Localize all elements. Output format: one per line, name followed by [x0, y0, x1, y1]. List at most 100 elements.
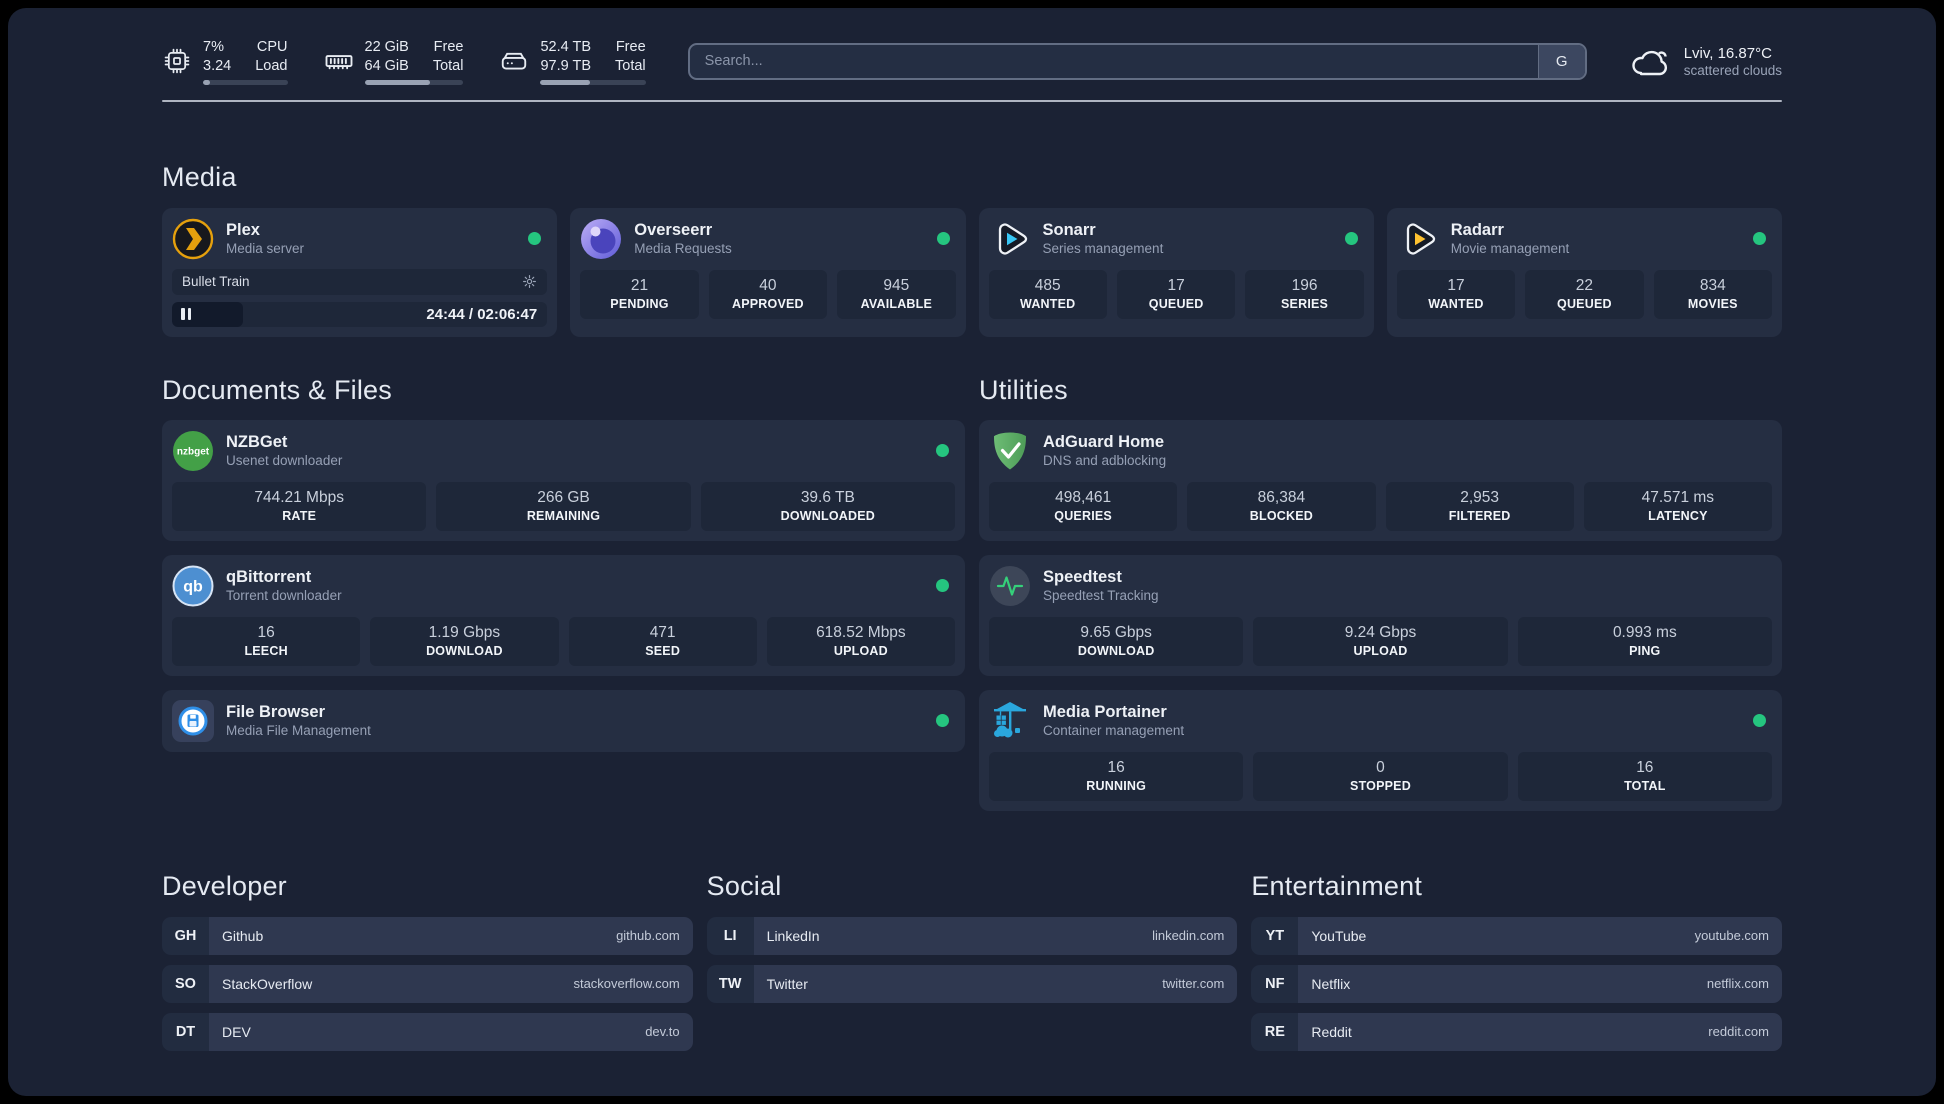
stat-value: 266 GB — [537, 488, 590, 506]
radarr-link[interactable]: Radarr Movie management — [1397, 218, 1772, 260]
stat-total: 16 TOTAL — [1517, 751, 1772, 801]
documents-column: Documents & Files nzbget NZBGet Usenet d… — [162, 375, 965, 811]
stat-label: PING — [1629, 643, 1661, 658]
stat-value: 471 — [649, 623, 676, 641]
bookmark-stackoverflow[interactable]: SO StackOverflow stackoverflow.com — [162, 964, 693, 1003]
stat-downloaded: 39.6 TB DOWNLOADED — [700, 481, 955, 531]
memory-progress-bar — [364, 79, 464, 85]
stat-value: 17 — [1167, 276, 1185, 294]
bookmark-name: Netflix — [1311, 975, 1351, 992]
service-description: Torrent downloader — [226, 588, 342, 604]
stat-ping: 0.993 ms PING — [1517, 616, 1772, 666]
now-playing-row: Bullet Train — [172, 268, 548, 295]
bookmark-abbr: DT — [162, 1012, 209, 1051]
stat-label: UPLOAD — [1353, 643, 1408, 658]
status-dot — [936, 714, 949, 728]
bookmark-abbr: TW — [706, 964, 754, 1003]
stat-value: 16 — [1636, 758, 1654, 776]
plex-link[interactable]: Plex Media server — [172, 218, 547, 260]
adguard-icon — [989, 430, 1031, 472]
section-title-utilities: Utilities — [979, 374, 1068, 405]
stat-latency: 47.571 ms LATENCY — [1583, 481, 1772, 531]
bookmark-abbr: NF — [1251, 964, 1299, 1003]
stat-label: QUEUED — [1557, 296, 1612, 311]
bookmark-group-entertainment: Entertainment YT YouTube youtube.com NF … — [1251, 871, 1782, 1061]
service-name: Plex — [226, 220, 260, 239]
bookmark-dev[interactable]: DT DEV dev.to — [162, 1012, 693, 1051]
bookmark-abbr: LI — [706, 916, 754, 955]
stat-label: WANTED — [1428, 296, 1484, 311]
bookmark-twitter[interactable]: TW Twitter twitter.com — [706, 964, 1238, 1003]
stat-label: UPLOAD — [833, 643, 888, 658]
stat-value: 39.6 TB — [800, 488, 855, 506]
service-description: Media Requests — [634, 241, 732, 257]
stat-value: 945 — [883, 276, 910, 294]
stat-upload: 9.24 Gbps UPLOAD — [1253, 616, 1508, 666]
bookmark-reddit[interactable]: RE Reddit reddit.com — [1251, 1012, 1782, 1051]
stat-upload: 618.52 Mbps UPLOAD — [766, 616, 955, 666]
service-description: Container management — [1043, 723, 1185, 739]
top-bar: 7% 3.24 CPU Load 22 GiB 64 GiB Free Tota… — [162, 38, 1782, 85]
bookmark-abbr: SO — [162, 964, 209, 1003]
search-input[interactable] — [689, 44, 1538, 78]
stat-value: 86,384 — [1257, 488, 1306, 506]
service-card-overseerr: Overseerr Media Requests 21 PENDING 40 A… — [570, 207, 966, 337]
service-card-qbittorrent: qb qBittorrent Torrent downloader 16 LEE… — [162, 554, 965, 676]
stat-value: 618.52 Mbps — [816, 623, 906, 641]
stat-label: LATENCY — [1648, 508, 1708, 523]
bookmark-domain: twitter.com — [1162, 976, 1225, 992]
stat-value: 485 — [1034, 276, 1061, 294]
overseerr-link[interactable]: Overseerr Media Requests — [580, 218, 955, 260]
stat-value: 47.571 ms — [1641, 488, 1715, 506]
bookmark-abbr: RE — [1251, 1012, 1299, 1051]
stat-label: WANTED — [1020, 296, 1076, 311]
stat-label: TOTAL — [1624, 778, 1666, 793]
status-dot — [936, 444, 949, 458]
bookmark-github[interactable]: GH Github github.com — [162, 916, 693, 955]
filebrowser-link[interactable]: File Browser Media File Management — [172, 699, 955, 742]
bookmark-netflix[interactable]: NF Netflix netflix.com — [1251, 964, 1782, 1003]
bookmark-name: Twitter — [766, 975, 808, 992]
adguard-link[interactable]: AdGuard Home DNS and adblocking — [989, 430, 1772, 472]
stat-label: REMAINING — [526, 508, 601, 523]
pause-icon[interactable] — [181, 308, 191, 321]
bookmark-group-developer: Developer GH Github github.com SO StackO… — [162, 871, 693, 1061]
service-name: Sonarr — [1042, 220, 1096, 239]
status-dot — [1753, 714, 1766, 728]
stat-value: 498,461 — [1055, 488, 1112, 506]
stat-leech: 16 LEECH — [172, 616, 361, 666]
stat-value: 16 — [1107, 758, 1125, 776]
stat-label: LEECH — [244, 643, 288, 658]
stat-wanted: 17 WANTED — [1396, 269, 1516, 319]
cpu-labels: CPU Load — [255, 39, 288, 74]
speedtest-link[interactable]: Speedtest Speedtest Tracking — [989, 565, 1772, 607]
search-provider-button[interactable]: G — [1537, 44, 1585, 78]
portainer-icon — [989, 700, 1031, 742]
sonarr-stats: 485 WANTED 17 QUEUED 196 SERIES — [988, 269, 1364, 319]
bookmark-name: Github — [222, 927, 264, 944]
bookmark-domain: dev.to — [645, 1024, 680, 1040]
disk-progress-bar — [540, 79, 646, 85]
nzbget-stats: 744.21 Mbps RATE 266 GB REMAINING 39.6 T… — [172, 481, 955, 531]
stat-label: MOVIES — [1687, 296, 1738, 311]
portainer-link[interactable]: Media Portainer Container management — [989, 700, 1772, 742]
sonarr-link[interactable]: Sonarr Series management — [989, 218, 1364, 260]
nzbget-link[interactable]: nzbget NZBGet Usenet downloader — [172, 430, 955, 472]
bookmark-linkedin[interactable]: LI LinkedIn linkedin.com — [706, 916, 1238, 955]
stat-label: DOWNLOAD — [1077, 643, 1155, 658]
service-card-filebrowser: File Browser Media File Management — [162, 689, 965, 752]
bookmark-youtube[interactable]: YT YouTube youtube.com — [1251, 916, 1782, 955]
stat-value: 21 — [630, 276, 649, 294]
gear-icon[interactable] — [522, 274, 537, 289]
dashboard: 7% 3.24 CPU Load 22 GiB 64 GiB Free Tota… — [8, 8, 1936, 1096]
stat-label: PENDING — [610, 296, 669, 311]
bookmark-domain: reddit.com — [1708, 1024, 1769, 1040]
bookmark-name: DEV — [222, 1023, 251, 1040]
stat-value: 40 — [759, 276, 777, 294]
stat-blocked: 86,384 BLOCKED — [1187, 481, 1376, 531]
qbittorrent-stats: 16 LEECH 1.19 Gbps DOWNLOAD 471 SEED 618… — [172, 616, 955, 666]
stat-value: 834 — [1699, 276, 1726, 294]
qbittorrent-link[interactable]: qb qBittorrent Torrent downloader — [172, 565, 955, 607]
service-name: Speedtest — [1043, 567, 1122, 586]
cpu-resource: 7% 3.24 CPU Load — [162, 38, 288, 85]
